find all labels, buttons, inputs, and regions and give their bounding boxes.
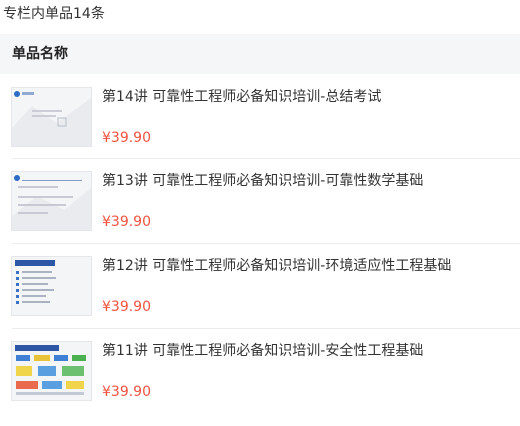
summary-count: 专栏内单品14条 bbox=[3, 6, 105, 22]
column-title: 单品名称 bbox=[12, 46, 68, 62]
item-title[interactable]: 第13讲 可靠性工程师必备知识培训-可靠性数学基础 bbox=[102, 171, 423, 191]
slide-thumbnail-icon[interactable] bbox=[11, 171, 92, 231]
list-header: 单品名称 bbox=[0, 34, 520, 74]
item-title[interactable]: 第11讲 可靠性工程师必备知识培训-安全性工程基础 bbox=[102, 341, 423, 361]
divider bbox=[12, 243, 520, 244]
divider bbox=[12, 328, 520, 329]
item-title[interactable]: 第14讲 可靠性工程师必备知识培训-总结考试 bbox=[102, 87, 381, 107]
slide-thumbnail-icon[interactable] bbox=[11, 256, 92, 316]
slide-thumbnail-icon[interactable] bbox=[11, 87, 92, 147]
item-price: ¥39.90 bbox=[102, 130, 151, 146]
item-price: ¥39.90 bbox=[102, 384, 151, 400]
item-title[interactable]: 第12讲 可靠性工程师必备知识培训-环境适应性工程基础 bbox=[102, 256, 451, 276]
item-price: ¥39.90 bbox=[102, 299, 151, 315]
list-item[interactable]: 第14讲 可靠性工程师必备知识培训-总结考试 ¥39.90 bbox=[0, 87, 520, 172]
slide-thumbnail-icon[interactable] bbox=[11, 341, 92, 401]
item-price: ¥39.90 bbox=[102, 214, 151, 230]
list-item[interactable]: 第11讲 可靠性工程师必备知识培训-安全性工程基础 ¥39.90 bbox=[0, 341, 520, 426]
divider bbox=[12, 158, 520, 159]
